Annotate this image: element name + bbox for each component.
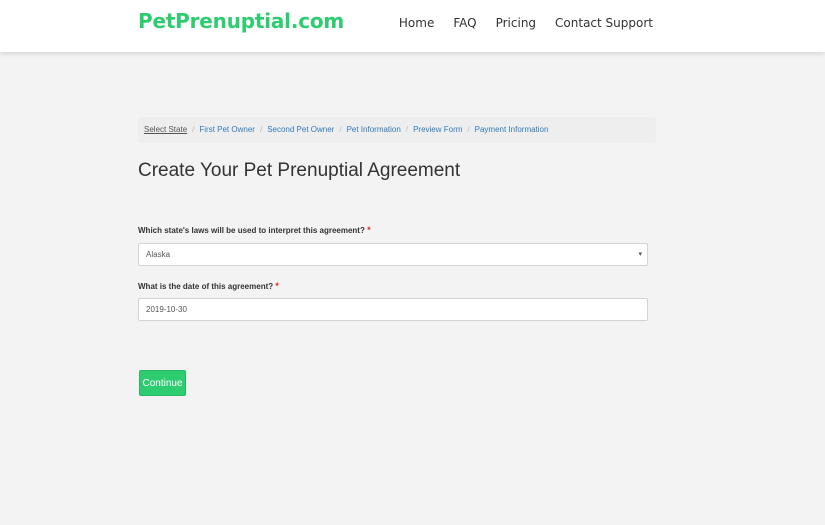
breadcrumb-item-second-pet-owner: / Second Pet Owner: [255, 117, 334, 143]
breadcrumb-item-payment-information: / Payment Information: [462, 117, 548, 143]
breadcrumb-item-select-state: Select State: [144, 117, 187, 143]
date-label-text: What is the date of this agreement?: [138, 282, 274, 291]
date-input-value: 2019-10-30: [146, 305, 187, 314]
breadcrumb-link-payment-information[interactable]: Payment Information: [475, 117, 549, 143]
breadcrumb-separator: /: [259, 125, 263, 134]
top-navbar: PetPrenuptial.com Home FAQ Pricing Conta…: [0, 0, 825, 52]
required-marker: *: [367, 225, 371, 235]
breadcrumb-item-preview-form: / Preview Form: [401, 117, 463, 143]
breadcrumb-list: Select State / First Pet Owner / Second …: [138, 117, 656, 143]
state-field-label: Which state's laws will be used to inter…: [138, 225, 371, 235]
state-select-value: Alaska: [146, 250, 171, 259]
date-field-label: What is the date of this agreement? *: [138, 281, 279, 291]
nav-home[interactable]: Home: [399, 16, 434, 30]
breadcrumb-link-preview-form[interactable]: Preview Form: [413, 117, 462, 143]
required-marker: *: [275, 281, 279, 291]
nav-contact-support[interactable]: Contact Support: [555, 16, 653, 30]
breadcrumb-link-second-pet-owner[interactable]: Second Pet Owner: [267, 117, 334, 143]
breadcrumb-item-pet-information: / Pet Information: [334, 117, 400, 143]
page-title: Create Your Pet Prenuptial Agreement: [138, 160, 461, 181]
breadcrumb-separator: /: [192, 125, 195, 134]
breadcrumb-link-first-pet-owner[interactable]: First Pet Owner: [199, 117, 255, 143]
date-input[interactable]: 2019-10-30: [138, 298, 648, 321]
breadcrumb: Select State / First Pet Owner / Second …: [138, 117, 656, 143]
breadcrumb-separator: /: [339, 125, 342, 134]
breadcrumb-link-pet-information[interactable]: Pet Information: [347, 117, 401, 143]
breadcrumb-item-first-pet-owner: / First Pet Owner: [187, 117, 255, 143]
main-nav: Home FAQ Pricing Contact Support: [380, 16, 653, 30]
brand-logo-link[interactable]: PetPrenuptial.com: [138, 9, 344, 33]
nav-pricing[interactable]: Pricing: [496, 16, 536, 30]
breadcrumb-separator: /: [405, 125, 409, 134]
breadcrumb-separator: /: [467, 125, 470, 134]
select-caret-icon: ▾: [638, 251, 642, 258]
breadcrumb-link-select-state[interactable]: Select State: [144, 117, 187, 143]
nav-faq[interactable]: FAQ: [453, 16, 476, 30]
state-label-text: Which state's laws will be used to inter…: [138, 226, 365, 235]
continue-button[interactable]: Continue: [139, 370, 186, 396]
state-select[interactable]: Alaska ▾: [138, 243, 648, 266]
